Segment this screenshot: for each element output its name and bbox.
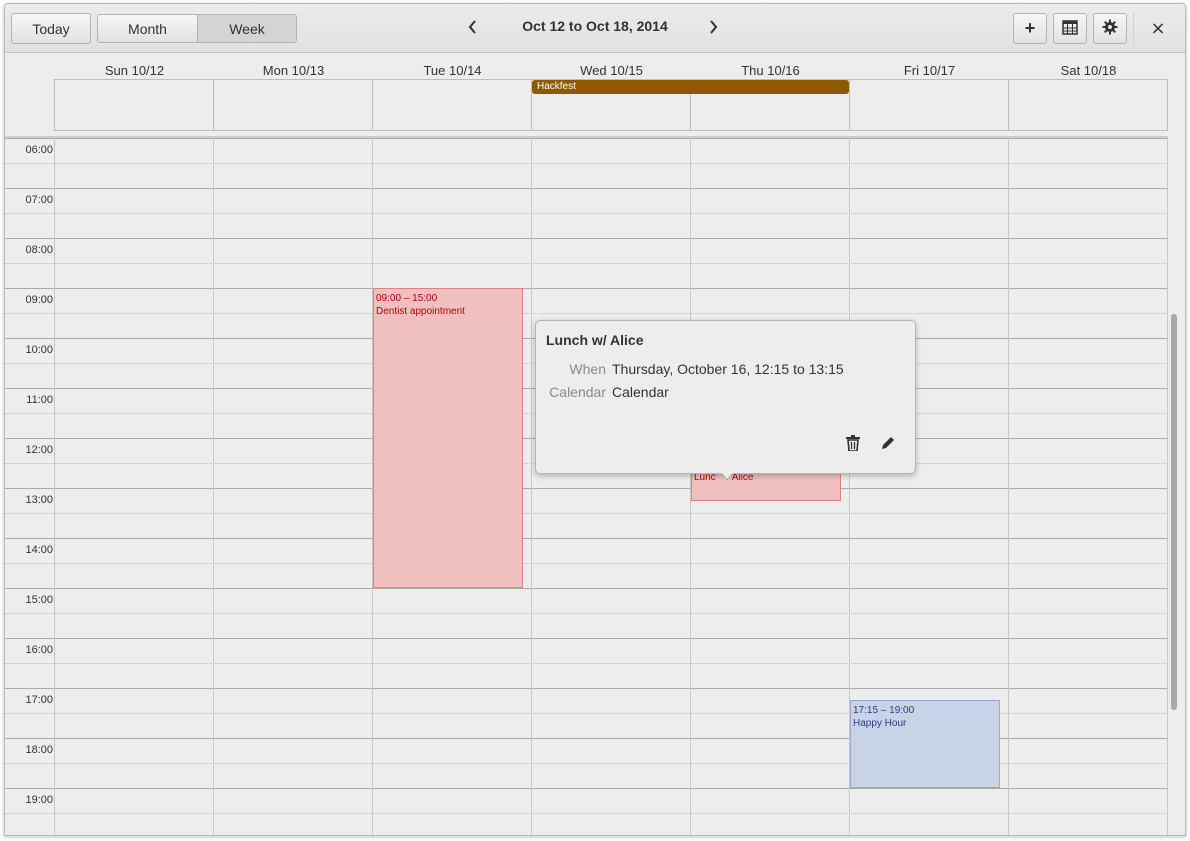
hour-label: 19:00 — [25, 794, 53, 806]
settings-menu-button[interactable] — [1093, 13, 1127, 44]
view-switcher: Month Week — [97, 14, 297, 43]
calendar-icon — [1062, 19, 1078, 38]
plus-icon: + — [1024, 18, 1036, 38]
week-grid[interactable]: 06:00 07:00 08:00 09:00 10:00 11:00 12:0… — [5, 138, 1168, 835]
hour-label: 08:00 — [25, 244, 53, 256]
event-popover: Lunch w/ Alice When Thursday, October 16… — [535, 320, 916, 474]
hour-label: 14:00 — [25, 544, 53, 556]
edit-event-button[interactable] — [878, 435, 898, 455]
day-header-sun[interactable]: Sun 10/12 — [55, 63, 214, 78]
event-time: 17:15 – 19:00 — [853, 705, 915, 716]
hour-label: 07:00 — [25, 194, 53, 206]
hour-label: 06:00 — [25, 144, 53, 156]
today-button[interactable]: Today — [11, 13, 91, 44]
event-time: 09:00 – 15:00 — [376, 293, 438, 304]
date-range-title: Oct 12 to Oct 18, 2014 — [522, 18, 668, 34]
event-dentist-appointment[interactable]: 09:00 – 15:00 Dentist appointment — [373, 288, 523, 588]
hour-label: 17:00 — [25, 694, 53, 706]
close-button[interactable]: × — [1148, 17, 1168, 39]
header-bar: Today Month Week Oct 12 to Oct 18, 2014 … — [5, 4, 1185, 53]
hour-label: 18:00 — [25, 744, 53, 756]
close-icon: × — [1150, 17, 1166, 39]
month-view-button[interactable]: Month — [97, 14, 197, 43]
add-event-button[interactable]: + — [1013, 13, 1047, 44]
hour-label: 16:00 — [25, 644, 53, 656]
hour-label: 13:00 — [25, 494, 53, 506]
delete-event-button[interactable] — [843, 435, 863, 455]
chevron-right-icon — [707, 18, 719, 39]
popover-when-label: When — [569, 361, 606, 377]
event-title: Dentist appointment — [376, 306, 465, 317]
popover-calendar-value: Calendar — [612, 384, 669, 400]
calendar-management-button[interactable] — [1053, 13, 1087, 44]
hour-label: 10:00 — [25, 344, 53, 356]
chevron-left-icon — [467, 18, 479, 39]
header-separator — [1133, 12, 1134, 44]
trash-icon — [846, 435, 860, 455]
event-happy-hour[interactable]: 17:15 – 19:00 Happy Hour — [850, 700, 1000, 788]
day-header-wed[interactable]: Wed 10/15 — [532, 63, 691, 78]
hour-label: 12:00 — [25, 444, 53, 456]
next-week-button[interactable] — [703, 18, 723, 38]
hour-label: 11:00 — [26, 394, 53, 406]
day-header-tue[interactable]: Tue 10/14 — [373, 63, 532, 78]
week-view-button[interactable]: Week — [197, 14, 297, 43]
scrollbar-thumb[interactable] — [1171, 314, 1177, 710]
previous-week-button[interactable] — [463, 18, 483, 38]
day-header-sat[interactable]: Sat 10/18 — [1009, 63, 1168, 78]
calendar-window: Today Month Week Oct 12 to Oct 18, 2014 … — [4, 3, 1186, 836]
popover-arrow — [718, 469, 736, 479]
hour-label: 09:00 — [25, 294, 53, 306]
popover-calendar-label: Calendar — [549, 384, 606, 400]
event-title: Happy Hour — [853, 718, 907, 729]
all-day-event-hackfest[interactable]: Hackfest — [532, 80, 849, 94]
popover-when-value: Thursday, October 16, 12:15 to 13:15 — [612, 361, 844, 377]
week-day-header: Sun 10/12 Mon 10/13 Tue 10/14 Wed 10/15 … — [5, 53, 1168, 135]
pencil-icon — [880, 435, 896, 455]
day-header-thu[interactable]: Thu 10/16 — [691, 63, 850, 78]
hour-label: 15:00 — [25, 594, 53, 606]
day-header-mon[interactable]: Mon 10/13 — [214, 63, 373, 78]
popover-title: Lunch w/ Alice — [546, 332, 644, 348]
day-header-fri[interactable]: Fri 10/17 — [850, 63, 1009, 78]
gear-icon — [1102, 19, 1118, 38]
